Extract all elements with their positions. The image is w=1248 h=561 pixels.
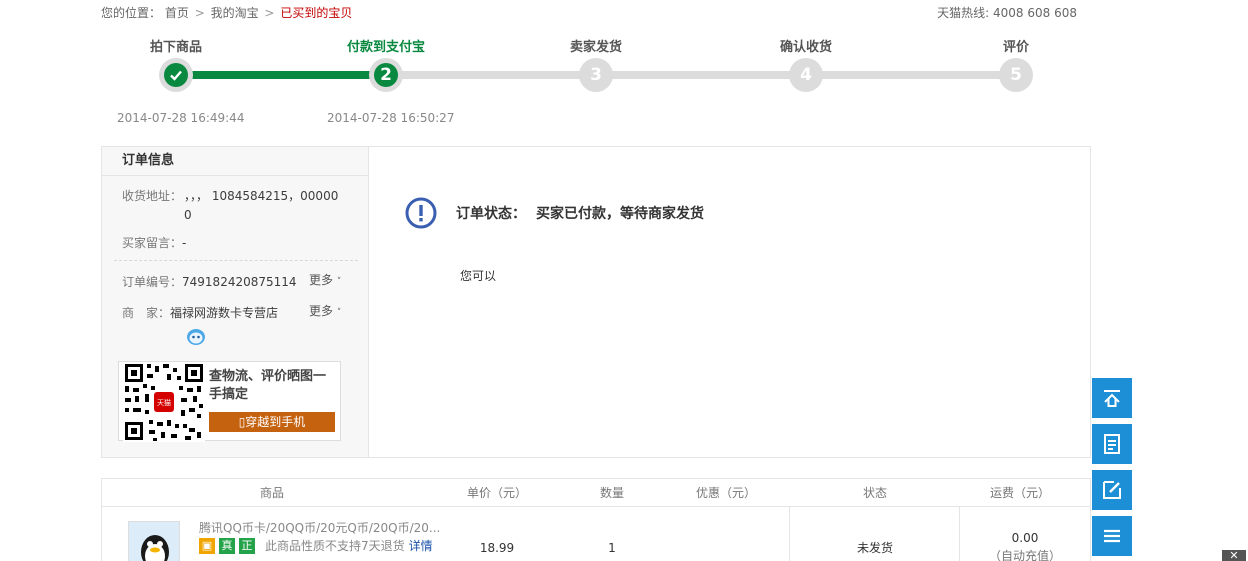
step-node-1 <box>159 58 193 92</box>
header-price: 单价（元） <box>466 486 527 500</box>
goods-table: 商品 单价（元） 数量 优惠（元） 状态 运费（元） 腾讯QQ币卡/20QQ币/… <box>101 478 1091 561</box>
order-number-value: 749182420875114 <box>182 275 297 289</box>
order-info-column: 订单信息 收货地址： ，，， 1084584215，00000 0 买家留言：-… <box>102 147 369 457</box>
menu-button[interactable] <box>1092 516 1132 556</box>
column-divider <box>789 507 790 561</box>
return-policy-note: 此商品性质不支持7天退货 详情 <box>265 539 433 553</box>
quantity: 1 <box>608 541 616 555</box>
close-icon[interactable]: ✕ <box>1222 550 1246 561</box>
breadcrumb-mytaobao-link[interactable]: 我的淘宝 <box>211 6 259 20</box>
seller-more-button[interactable]: 更多 ˅ <box>309 302 341 319</box>
header-goods: 商品 <box>259 486 284 500</box>
hotline-text: 天猫热线: 4008 608 608 <box>937 6 1077 20</box>
send-to-phone-button[interactable]: ▯穿越到手机 <box>209 412 335 432</box>
step-label-5: 评价 <box>1002 40 1029 55</box>
unit-price: 18.99 <box>479 541 515 555</box>
table-row: 腾讯QQ币卡/20QQ币/20元Q币/20Q币/20... ▣ 真 正 此商品性… <box>102 507 1090 561</box>
shipping-fee: 0.00 （自动充值） <box>988 531 1061 561</box>
order-info-title: 订单信息 <box>102 147 368 176</box>
order-detail-panel: 订单信息 收货地址： ，，， 1084584215，00000 0 买家留言：-… <box>101 146 1091 458</box>
item-status: 未发货 <box>856 541 893 555</box>
edit-icon <box>1103 481 1121 499</box>
chevron-down-icon: ˅ <box>336 308 342 318</box>
qr-code-image: 天猫 <box>123 362 205 442</box>
actions-prompt: 您可以 <box>460 269 497 283</box>
divider <box>114 260 358 261</box>
header-status: 状态 <box>862 486 887 500</box>
feedback-button[interactable] <box>1092 470 1132 510</box>
svg-text:天猫: 天猫 <box>157 398 171 407</box>
order-more-button[interactable]: 更多 ˅ <box>309 271 341 288</box>
seller-name-link[interactable]: 福禄网游数卡专营店 <box>170 306 278 320</box>
step-node-3: 3 <box>579 58 613 92</box>
product-tags: ▣ 真 正 此商品性质不支持7天退货 详情 <box>199 537 433 554</box>
back-to-top-button[interactable] <box>1092 378 1132 418</box>
qr-promo-text: 查物流、评价晒图一手搞定 <box>209 369 327 402</box>
order-status-value: 买家已付款，等待商家发货 <box>536 206 704 222</box>
order-number-row: 订单编号：749182420875114 <box>122 273 297 290</box>
order-number-label: 订单编号： <box>122 275 183 289</box>
seller-row: 商 家：福禄网游数卡专营店 <box>122 304 278 321</box>
progress-track-done <box>176 71 386 79</box>
chevron-down-icon: ˅ <box>336 277 342 287</box>
menu-icon <box>1104 529 1120 543</box>
check-icon <box>164 63 188 87</box>
seller-label: 商 家： <box>122 306 171 320</box>
exclamation-icon <box>405 197 437 229</box>
message-value: - <box>182 236 187 250</box>
address-value: ，，， 1084584215，00000 0 <box>184 189 339 222</box>
address-label: 收货地址： <box>122 189 183 203</box>
goods-table-header: 商品 单价（元） 数量 优惠（元） 状态 运费（元） <box>102 479 1090 507</box>
policy-detail-link[interactable]: 详情 <box>409 539 433 553</box>
order-status-area: 订单状态： 买家已付款，等待商家发货 您可以 <box>370 147 1090 457</box>
step-label-2: 付款到支付宝 <box>346 40 425 55</box>
document-icon <box>1104 434 1120 454</box>
step-node-4: 4 <box>789 58 823 92</box>
message-label: 买家留言： <box>122 236 183 250</box>
wangwang-chat-icon[interactable] <box>186 328 206 349</box>
order-status: 订单状态： 买家已付款，等待商家发货 <box>456 203 704 223</box>
step-node-2: 2 <box>369 58 403 92</box>
back-to-top-icon <box>1104 390 1120 407</box>
tag-authentic: 正 <box>239 537 255 554</box>
step-label-3: 卖家发货 <box>569 40 622 55</box>
column-divider <box>959 507 960 561</box>
mobile-qr-card: 天猫 查物流、评价晒图一手搞定 ▯穿越到手机 <box>118 361 341 442</box>
order-status-label: 订单状态： <box>456 206 526 222</box>
order-progress: 拍下商品 付款到支付宝 卖家发货 确认收货 评价 2 3 4 5 2014-07… <box>100 34 1100 134</box>
header-discount: 优惠（元） <box>695 486 756 500</box>
product-name-link[interactable]: 腾讯QQ币卡/20QQ币/20元Q币/20Q币/20... <box>199 519 440 536</box>
tag-genuine: 真 <box>219 537 235 554</box>
step-node-5: 5 <box>999 58 1033 92</box>
breadcrumb-prefix: 您的位置： <box>101 6 162 20</box>
header-qty: 数量 <box>599 486 624 500</box>
product-thumbnail[interactable] <box>128 521 180 561</box>
breadcrumb: 您的位置： 首页 > 我的淘宝 > 已买到的宝贝 <box>101 4 352 21</box>
breadcrumb-separator: > <box>194 6 205 20</box>
guarantee-icon: ▣ <box>199 537 215 554</box>
breadcrumb-separator: > <box>264 6 275 20</box>
breadcrumb-home-link[interactable]: 首页 <box>165 6 189 20</box>
breadcrumb-current: 已买到的宝贝 <box>280 6 353 20</box>
address-row: 收货地址： <box>122 187 182 204</box>
message-row: 买家留言：- <box>122 234 186 251</box>
order-list-button[interactable] <box>1092 424 1132 464</box>
step-time-2: 2014-07-28 16:50:27 <box>327 111 455 125</box>
progress-track-todo <box>386 71 1026 79</box>
step-label-1: 拍下商品 <box>149 40 202 55</box>
header-shipping: 运费（元） <box>989 486 1050 500</box>
step-label-4: 确认收货 <box>779 40 832 55</box>
step-time-1: 2014-07-28 16:49:44 <box>117 111 245 125</box>
